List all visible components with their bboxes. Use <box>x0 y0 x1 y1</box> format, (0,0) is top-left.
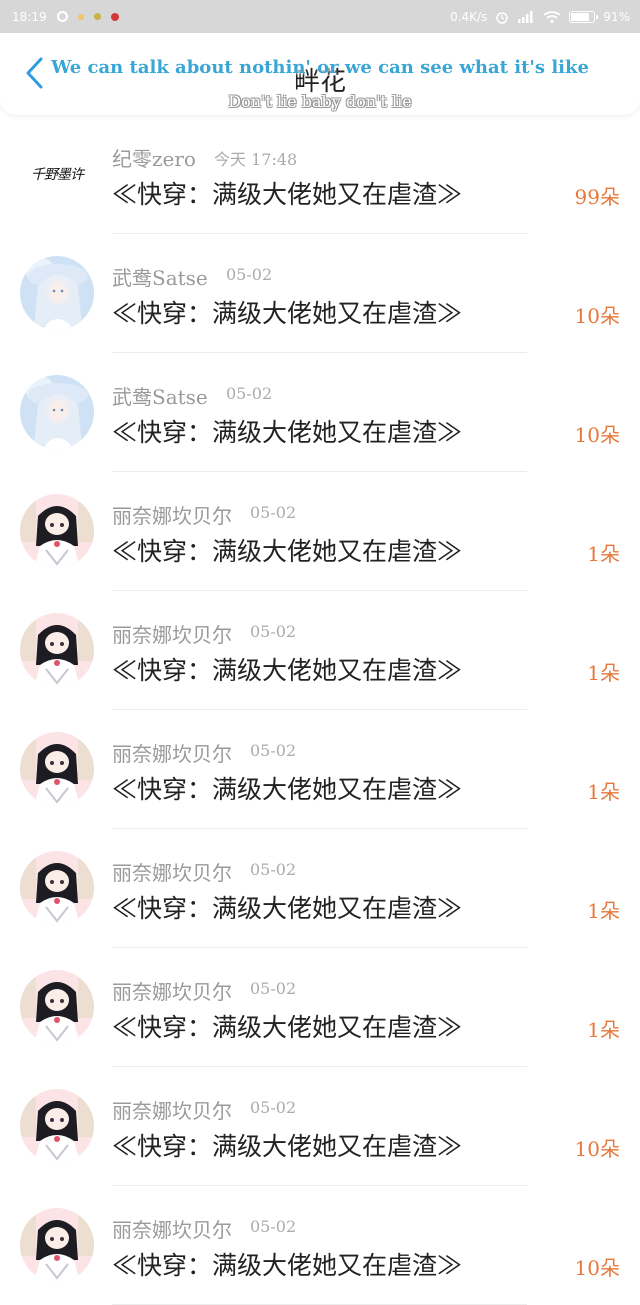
book-title: ≪快穿：满级大佬她又在虐渣≫ <box>112 894 463 923</box>
lyric-overlay-line-1: We can talk about nothin' or we can see … <box>51 57 589 78</box>
red-notification-icon <box>110 12 119 21</box>
flower-count: 1朵 <box>587 899 620 923</box>
book-title: ≪快穿：满级大佬她又在虐渣≫ <box>112 1132 463 1161</box>
book-title: ≪快穿：满级大佬她又在虐渣≫ <box>112 775 463 804</box>
flower-count: 1朵 <box>587 780 620 804</box>
book-title: ≪快穿：满级大佬她又在虐渣≫ <box>112 418 463 447</box>
gift-record-row[interactable]: 武鸯Satse 05-02 ≪快穿：满级大佬她又在虐渣≫ 10朵 <box>0 353 640 472</box>
gift-record-row[interactable]: 丽奈娜坎贝尔 05-02 ≪快穿：满级大佬她又在虐渣≫ 1朵 <box>0 591 640 710</box>
user-name[interactable]: 丽奈娜坎贝尔 <box>112 857 232 886</box>
book-title: ≪快穿：满级大佬她又在虐渣≫ <box>112 656 463 685</box>
book-title: ≪快穿：满级大佬她又在虐渣≫ <box>112 1251 463 1280</box>
user-name[interactable]: 丽奈娜坎贝尔 <box>112 976 232 1005</box>
avatar[interactable] <box>20 1089 94 1163</box>
avatar[interactable]: 千野墨许 <box>20 137 94 211</box>
send-time: 05-02 <box>226 265 273 284</box>
avatar[interactable] <box>20 494 94 568</box>
gift-record-list: 千野墨许 纪零zero 今天 17:48 ≪快穿：满级大佬她又在虐渣≫ 99朵 … <box>0 115 640 1305</box>
flower-count: 10朵 <box>574 1137 620 1161</box>
gift-record-row[interactable]: 丽奈娜坎贝尔 05-02 ≪快穿：满级大佬她又在虐渣≫ 10朵 <box>0 1186 640 1305</box>
user-name[interactable]: 武鸯Satse <box>112 262 208 291</box>
alarm-icon <box>496 11 509 24</box>
gift-record-row[interactable]: 丽奈娜坎贝尔 05-02 ≪快穿：满级大佬她又在虐渣≫ 1朵 <box>0 472 640 591</box>
flower-count: 1朵 <box>587 661 620 685</box>
send-time: 05-02 <box>226 384 273 403</box>
user-name[interactable]: 武鸯Satse <box>112 381 208 410</box>
netease-music-icon <box>56 11 68 22</box>
send-time: 05-02 <box>250 979 297 998</box>
avatar[interactable] <box>20 970 94 1044</box>
gift-record-row[interactable]: 丽奈娜坎贝尔 05-02 ≪快穿：满级大佬她又在虐渣≫ 10朵 <box>0 1067 640 1186</box>
user-name[interactable]: 丽奈娜坎贝尔 <box>112 1214 232 1243</box>
status-right: 0.4K/s 91% <box>450 0 630 33</box>
user-name[interactable]: 纪零zero <box>112 143 196 172</box>
send-time: 05-02 <box>250 741 297 760</box>
avatar[interactable] <box>20 256 94 330</box>
flower-count: 10朵 <box>574 304 620 328</box>
avatar[interactable] <box>20 375 94 449</box>
avatar[interactable] <box>20 613 94 687</box>
flower-count: 99朵 <box>574 185 620 209</box>
user-name[interactable]: 丽奈娜坎贝尔 <box>112 500 232 529</box>
network-speed: 0.4K/s <box>450 9 488 24</box>
send-time: 今天 17:48 <box>214 150 298 169</box>
book-title: ≪快穿：满级大佬她又在虐渣≫ <box>112 1013 463 1042</box>
book-title: ≪快穿：满级大佬她又在虐渣≫ <box>112 180 463 209</box>
battery-percent: 91% <box>603 9 630 24</box>
flower-count: 1朵 <box>587 542 620 566</box>
signature-text: 千野墨许 <box>31 167 84 183</box>
book-title: ≪快穿：满级大佬她又在虐渣≫ <box>112 537 463 566</box>
signal-icon <box>518 10 533 23</box>
flower-count: 1朵 <box>587 1018 620 1042</box>
avatar[interactable] <box>20 851 94 925</box>
gift-record-row[interactable]: 丽奈娜坎贝尔 05-02 ≪快穿：满级大佬她又在虐渣≫ 1朵 <box>0 710 640 829</box>
gift-record-row[interactable]: 丽奈娜坎贝尔 05-02 ≪快穿：满级大佬她又在虐渣≫ 1朵 <box>0 948 640 1067</box>
user-name[interactable]: 丽奈娜坎贝尔 <box>112 619 232 648</box>
gift-record-row[interactable]: 武鸯Satse 05-02 ≪快穿：满级大佬她又在虐渣≫ 10朵 <box>0 234 640 353</box>
header: 畔花 We can talk about nothin' or we can s… <box>0 33 640 115</box>
notification-icon <box>77 13 84 20</box>
battery-fill <box>571 12 590 21</box>
status-left: 18:19 <box>12 0 119 33</box>
avatar[interactable] <box>20 1208 94 1282</box>
avatar[interactable] <box>20 732 94 806</box>
wifi-icon <box>543 10 561 23</box>
send-time: 05-02 <box>250 1098 297 1117</box>
send-time: 05-02 <box>250 503 297 522</box>
book-title: ≪快穿：满级大佬她又在虐渣≫ <box>112 299 463 328</box>
flower-count: 10朵 <box>574 1256 620 1280</box>
status-time: 18:19 <box>12 9 47 24</box>
battery-icon <box>569 10 599 23</box>
user-name[interactable]: 丽奈娜坎贝尔 <box>112 1095 232 1124</box>
send-time: 05-02 <box>250 1217 297 1236</box>
send-time: 05-02 <box>250 860 297 879</box>
app-notification-icon <box>93 13 101 20</box>
send-time: 05-02 <box>250 622 297 641</box>
flower-count: 10朵 <box>574 423 620 447</box>
user-name[interactable]: 丽奈娜坎贝尔 <box>112 738 232 767</box>
status-bar: 18:19 0.4K/s 91% <box>0 0 640 33</box>
lyric-overlay-line-2: Don't lie baby don't lie <box>228 92 412 111</box>
gift-record-row[interactable]: 千野墨许 纪零zero 今天 17:48 ≪快穿：满级大佬她又在虐渣≫ 99朵 <box>0 115 640 234</box>
gift-record-row[interactable]: 丽奈娜坎贝尔 05-02 ≪快穿：满级大佬她又在虐渣≫ 1朵 <box>0 829 640 948</box>
